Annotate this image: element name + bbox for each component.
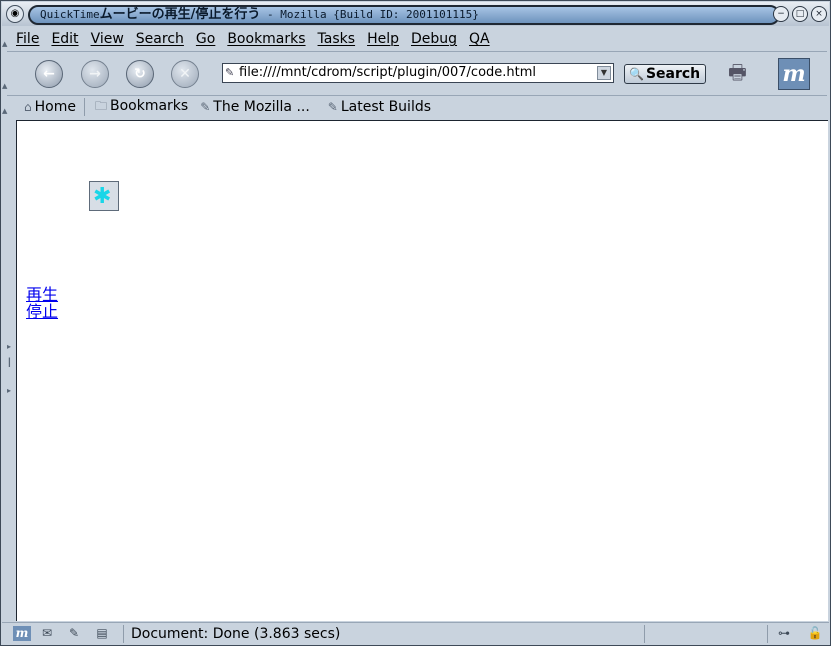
status-separator xyxy=(767,625,768,643)
browser-window: ◉ QuickTimeムービーの再生/停止を行う - Mozilla {Buil… xyxy=(0,0,831,646)
menu-file[interactable]: File xyxy=(16,31,39,47)
online-status-icon[interactable]: ⊶ xyxy=(775,626,793,641)
menu-go[interactable]: Go xyxy=(196,31,215,47)
menu-view[interactable]: View xyxy=(91,31,124,47)
personal-toolbar-grippy-icon[interactable]: ▲ xyxy=(2,107,7,115)
window-title-suffix: - Mozilla {Build ID: 2001101115} xyxy=(260,8,479,21)
sidebar-arrow-icon: ▸ xyxy=(7,342,12,351)
folder-icon: 🗀 xyxy=(94,98,107,113)
address-book-icon[interactable]: ▤ xyxy=(93,626,111,641)
bookmark-mozilla[interactable]: ✎ The Mozilla ... xyxy=(200,99,310,115)
status-separator xyxy=(123,625,124,643)
puzzle-piece-icon: ✱ xyxy=(93,184,112,209)
forward-arrow-icon: → xyxy=(89,66,101,82)
bookmark-home-label: Home xyxy=(34,99,76,115)
sidebar-grip-icon: ┃ xyxy=(7,358,12,367)
window-title-prefix: QuickTime xyxy=(40,8,100,21)
menu-debug[interactable]: Debug xyxy=(411,31,457,47)
stop-icon: ✕ xyxy=(179,66,191,82)
composer-icon[interactable]: ✎ xyxy=(65,626,83,641)
window-title[interactable]: QuickTimeムービーの再生/停止を行う - Mozilla {Build … xyxy=(28,5,780,25)
sidebar-grippy[interactable]: ▸ ┃ ▸ xyxy=(2,120,15,621)
navbar-grippy-icon[interactable]: ▲ xyxy=(2,82,7,90)
page-content: ✱ 再生 停止 xyxy=(16,120,828,621)
bookmark-latest-builds[interactable]: ✎ Latest Builds xyxy=(328,99,431,115)
status-bar: m ✉ ✎ ▤ Document: Done (3.863 secs) ⊶ 🔓 xyxy=(2,622,829,645)
reload-button[interactable]: ↻ xyxy=(126,60,154,88)
menu-bar: ▲ File Edit View Search Go Bookmarks Tas… xyxy=(2,28,828,50)
bookmark-icon: ✎ xyxy=(200,100,211,114)
menu-qa[interactable]: QA xyxy=(469,31,490,47)
bookmark-bookmarks-label: Bookmarks xyxy=(109,97,189,114)
mozilla-throbber-logo[interactable]: m xyxy=(778,58,810,90)
menu-tasks[interactable]: Tasks xyxy=(318,31,356,47)
mozilla-component-icon[interactable]: m xyxy=(13,626,31,641)
minimize-button[interactable]: − xyxy=(773,6,789,22)
url-text: file:////mnt/cdrom/script/plugin/007/cod… xyxy=(239,65,537,80)
personal-toolbar-separator xyxy=(83,98,85,116)
navigation-toolbar: ▲ ← → ↻ ✕ ✎ file:////mnt/cdrom/script/pl… xyxy=(2,52,828,94)
bookmark-latest-builds-label: Latest Builds xyxy=(340,99,432,115)
home-icon: ⌂ xyxy=(24,100,32,114)
menubar-grippy-icon[interactable]: ▲ xyxy=(2,40,7,48)
sidebar-arrow-icon: ▸ xyxy=(7,386,12,395)
url-field[interactable]: ✎ file:////mnt/cdrom/script/plugin/007/c… xyxy=(222,63,614,83)
url-dropdown-icon[interactable]: ▼ xyxy=(597,66,611,80)
forward-button[interactable]: → xyxy=(81,60,109,88)
window-menu-button[interactable]: ◉ xyxy=(6,5,24,23)
missing-plugin-placeholder[interactable]: ✱ xyxy=(89,181,119,211)
bookmark-bookmarks[interactable]: 🗀 Bookmarks xyxy=(95,97,188,118)
status-text: Document: Done (3.863 secs) xyxy=(131,626,341,642)
bookmark-icon: ✎ xyxy=(327,100,338,114)
close-button[interactable]: × xyxy=(811,6,827,22)
personal-toolbar: ▲ ⌂ Home 🗀 Bookmarks ✎ The Mozilla ... ✎ Lat… xyxy=(2,97,828,118)
search-icon: 🔍 xyxy=(629,67,644,81)
stop-link[interactable]: 停止 xyxy=(26,298,58,322)
stop-button[interactable]: ✕ xyxy=(171,60,199,88)
mail-icon[interactable]: ✉ xyxy=(38,626,56,641)
maximize-button[interactable]: □ xyxy=(792,6,808,22)
menu-edit[interactable]: Edit xyxy=(51,31,78,47)
bookmark-mozilla-label: The Mozilla ... xyxy=(213,99,310,115)
menu-help[interactable]: Help xyxy=(367,31,399,47)
menu-search[interactable]: Search xyxy=(136,31,184,47)
menu-bookmarks[interactable]: Bookmarks xyxy=(227,31,305,47)
back-button[interactable]: ← xyxy=(35,60,63,88)
window-title-main: ムービーの再生/停止を行う xyxy=(99,7,261,22)
search-button-label: Search xyxy=(645,66,701,82)
security-lock-icon[interactable]: 🔓 xyxy=(806,626,824,641)
reload-icon: ↻ xyxy=(134,66,146,82)
status-separator xyxy=(644,625,645,643)
search-button[interactable]: 🔍 Search xyxy=(624,64,706,84)
print-icon[interactable]: 🖶 xyxy=(728,58,768,86)
title-bar: ◉ QuickTimeムービーの再生/停止を行う - Mozilla {Buil… xyxy=(2,2,829,26)
bookmark-home[interactable]: ⌂ Home xyxy=(24,99,76,115)
back-arrow-icon: ← xyxy=(43,66,55,82)
page-proxy-icon[interactable]: ✎ xyxy=(225,64,234,82)
